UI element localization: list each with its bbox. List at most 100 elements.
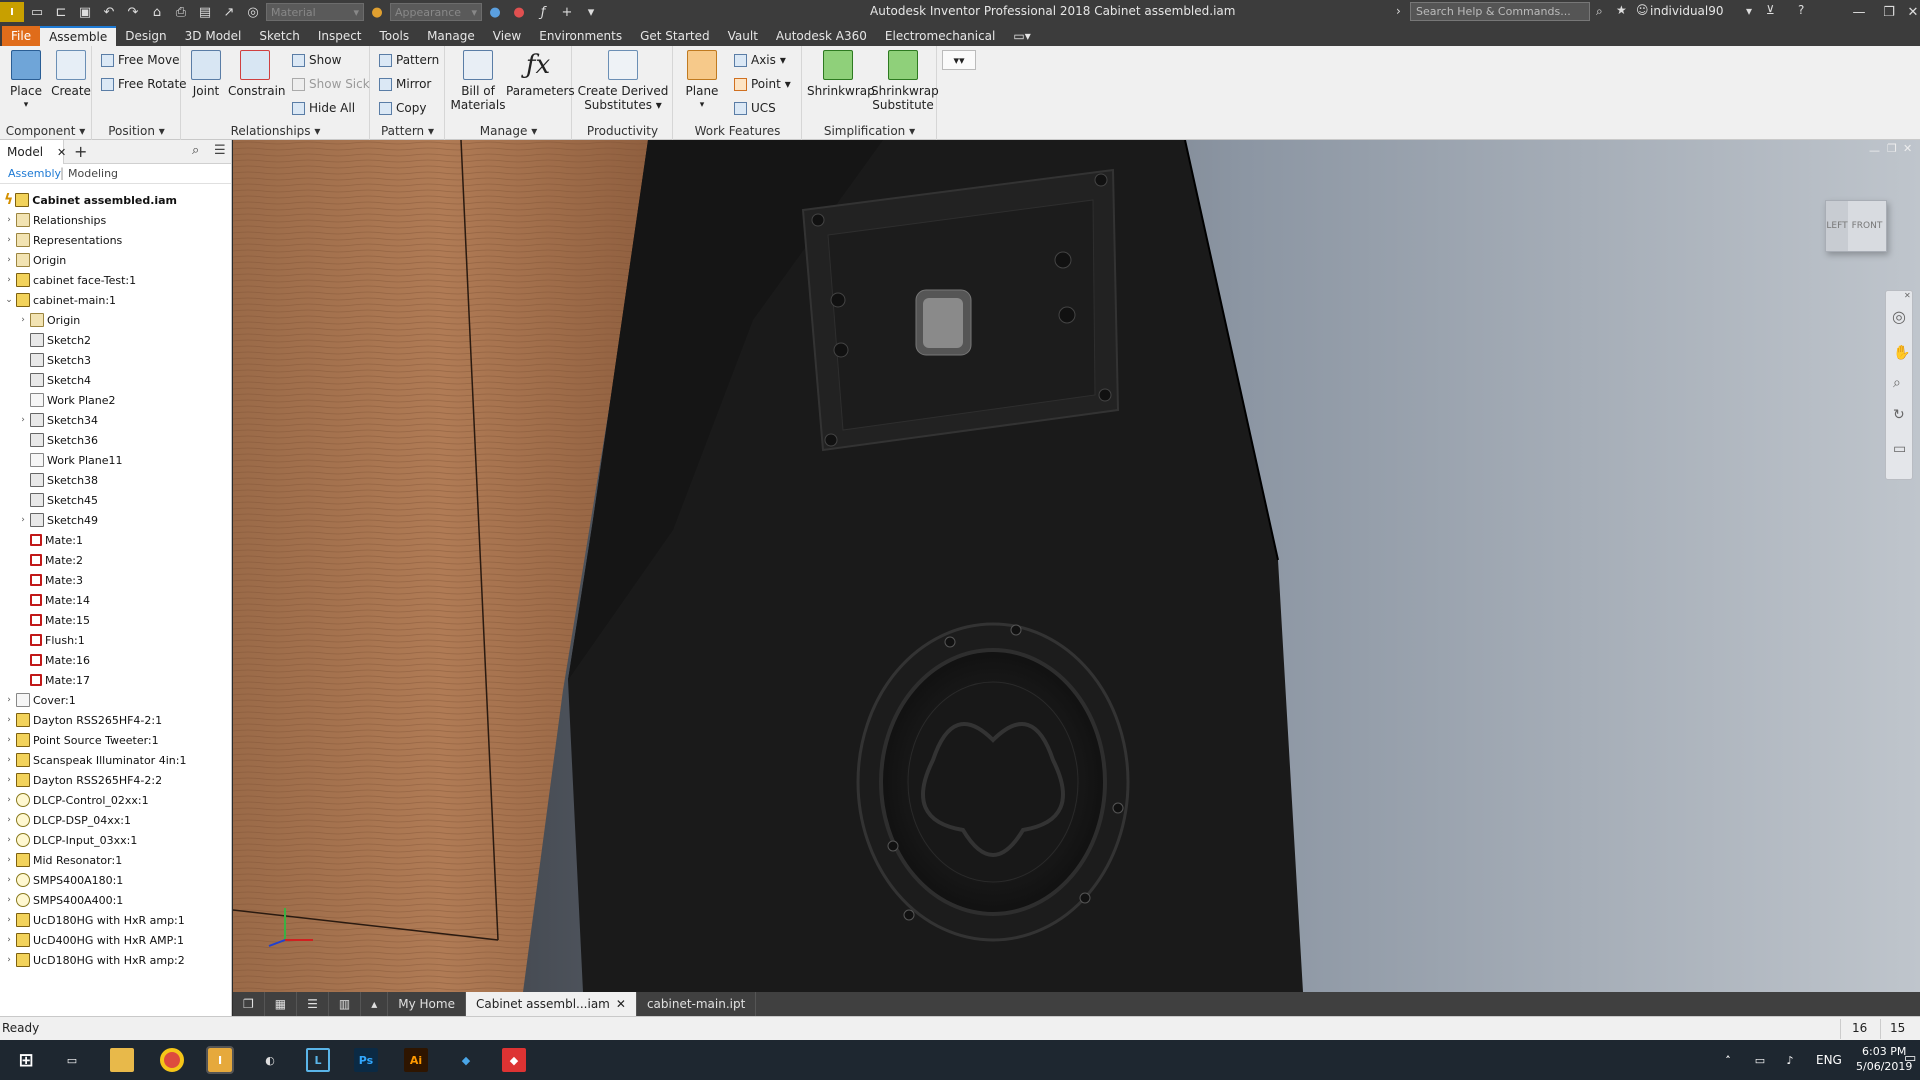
tab-assemble[interactable]: Assemble [40,26,117,46]
mirror-button[interactable]: Mirror [379,74,431,94]
save-icon[interactable]: ▣ [74,2,96,22]
look-at-icon[interactable]: ▭ [1893,441,1906,457]
constrain-button[interactable]: Constrain [228,50,286,98]
language-indicator[interactable]: ENG [1816,1053,1842,1067]
shrinkwrap-substitute-button[interactable]: Shrinkwrap Substitute [871,50,939,112]
panel-title-relationships[interactable]: Relationships ▾ [182,124,369,138]
redo-icon[interactable]: ↷ [122,2,144,22]
viewport-close-icon[interactable]: ✕ [1903,142,1912,155]
photoshop-icon[interactable]: Ps [354,1048,378,1072]
tree-item[interactable]: › Dayton RSS265HF4-2:1 [4,710,162,730]
copy-button[interactable]: Copy [379,98,426,118]
expand-chevron-icon[interactable]: › [4,755,14,765]
panel-title-simplification[interactable]: Simplification ▾ [803,124,936,138]
doc-tab-cabinet-main[interactable]: cabinet-main.ipt [637,992,757,1016]
tab-file[interactable]: File [2,26,41,46]
clear-icon[interactable]: ● [508,2,530,22]
autodesk-app-icon[interactable]: ◆ [502,1048,526,1072]
inventor-taskbar-icon[interactable]: I [206,1046,234,1074]
tree-item[interactable]: › SMPS400A180:1 [4,870,123,890]
print-icon[interactable]: ⎙ [170,2,192,22]
expand-chevron-icon[interactable]: › [4,835,14,845]
tree-item[interactable]: Mate:15 [18,610,90,630]
tree-item[interactable]: › Dayton RSS265HF4-2:2 [4,770,162,790]
tab-vault[interactable]: Vault [719,26,767,46]
customize-qat-icon[interactable]: ▾ [580,2,602,22]
panel-title-pattern[interactable]: Pattern ▾ [371,124,444,138]
tab-get-started[interactable]: Get Started [631,26,719,46]
close-icon[interactable]: ✕ [57,146,66,159]
tree-item[interactable]: Mate:3 [18,570,83,590]
expand-chevron-icon[interactable]: › [4,895,14,905]
file-explorer-icon[interactable] [110,1048,134,1072]
expand-chevron-icon[interactable]: › [4,935,14,945]
expand-chevron-icon[interactable]: › [4,715,14,725]
steam-icon[interactable]: ◐ [258,1048,282,1072]
panel-title-manage[interactable]: Manage ▾ [446,124,571,138]
joint-button[interactable]: Joint [188,50,224,98]
tree-item[interactable]: › Origin [4,250,66,270]
horizontal-tile-icon[interactable]: ☰ [297,992,329,1016]
doc-tab-my-home[interactable]: My Home [388,992,466,1016]
tab-sketch[interactable]: Sketch [250,26,308,46]
orbit-icon[interactable]: ↻ [1893,407,1905,423]
user-icon[interactable]: ☺ [1636,3,1649,17]
search-icon[interactable]: ⌕ [192,143,199,158]
view-cube-front[interactable]: FRONT [1848,201,1886,251]
cascade-icon[interactable]: ❐ [233,992,265,1016]
tab-list-icon[interactable]: ▴ [361,992,389,1016]
tree-item[interactable]: › UcD180HG with HxR amp:1 [4,910,185,930]
view-cube[interactable]: LEFT FRONT [1825,200,1887,252]
tree-item[interactable]: Mate:1 [18,530,83,550]
expand-chevron-icon[interactable]: ⌄ [4,295,14,305]
expand-chevron-icon[interactable]: › [4,695,14,705]
free-move-button[interactable]: Free Move [101,50,179,70]
hide-all-button[interactable]: Hide All [292,98,355,118]
tree-item[interactable]: Sketch38 [18,470,98,490]
help-icon[interactable]: ? [1798,3,1804,17]
expand-chevron-icon[interactable]: › [4,915,14,925]
tree-item[interactable]: Mate:17 [18,670,90,690]
subtab-assembly[interactable]: Assembly [8,167,61,180]
tree-item[interactable]: › DLCP-Control_02xx:1 [4,790,149,810]
expand-chevron-icon[interactable]: › [4,875,14,885]
task-view-icon[interactable]: ▭ [60,1048,84,1072]
arrow-right-icon[interactable]: › [1396,4,1401,18]
tree-item[interactable]: › UcD400HG with HxR AMP:1 [4,930,184,950]
expand-chevron-icon[interactable]: › [4,855,14,865]
ucs-button[interactable]: UCS [734,98,776,118]
graphics-viewport[interactable]: — ❐ ✕ LEFT FRONT ✕ ◎ ✋ ⌕ ↻ ▭ [233,140,1920,992]
axis-button[interactable]: Axis ▾ [734,50,786,70]
tree-item[interactable]: Sketch2 [18,330,91,350]
tree-item[interactable]: Sketch36 [18,430,98,450]
tree-item[interactable]: › cabinet face-Test:1 [4,270,136,290]
cart-icon[interactable]: ⊻ [1766,3,1775,17]
appearance-select[interactable]: Appearance ▾ [390,3,482,21]
expand-chevron-icon[interactable]: › [4,215,14,225]
tab-manage[interactable]: Manage [418,26,484,46]
tree-item[interactable]: Mate:16 [18,650,90,670]
doc-tab-cabinet-assembled[interactable]: Cabinet assembl...iam ✕ [465,992,637,1016]
close-icon[interactable]: ✕ [616,997,626,1011]
plus-icon[interactable]: + [556,2,578,22]
shrinkwrap-button[interactable]: Shrinkwrap [807,50,875,98]
steering-wheel-icon[interactable]: ◎ [1892,307,1906,326]
tab-model[interactable]: Model ✕ [0,140,66,164]
tile-icon[interactable]: ▦ [265,992,298,1016]
measure-icon[interactable]: ↗ [218,2,240,22]
tree-item[interactable]: ⌄ cabinet-main:1 [4,290,116,310]
panel-title-component[interactable]: Component ▾ [0,124,91,138]
view-cube-left[interactable]: LEFT [1826,201,1848,251]
create-derived-substitutes-button[interactable]: Create Derived Substitutes ▾ [575,50,671,112]
home-icon[interactable]: ⌂ [146,2,168,22]
tree-item[interactable]: › SMPS400A400:1 [4,890,123,910]
update-icon[interactable]: ◎ [242,2,264,22]
tab-view[interactable]: View [484,26,530,46]
tree-item[interactable]: Mate:2 [18,550,83,570]
appearance-ball-icon[interactable]: ● [366,2,388,22]
tab-autodesk-a360[interactable]: Autodesk A360 [767,26,876,46]
expand-chevron-icon[interactable]: › [18,415,28,425]
tree-item[interactable]: Sketch4 [18,370,91,390]
tab-electromechanical[interactable]: Electromechanical [876,26,1004,46]
select-icon[interactable]: ▤ [194,2,216,22]
